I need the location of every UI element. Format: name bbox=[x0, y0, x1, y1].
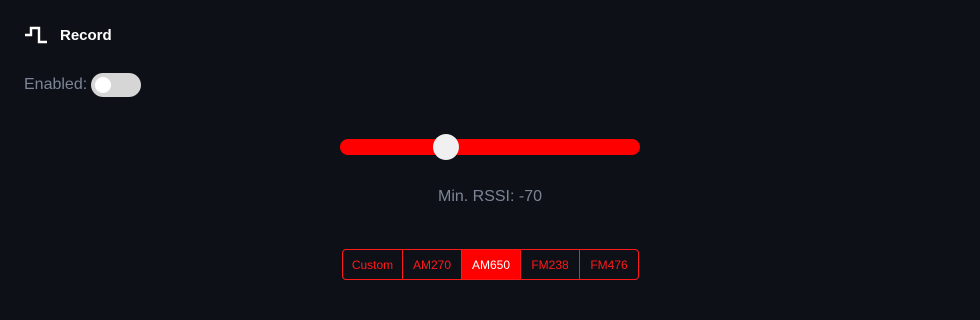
enabled-toggle[interactable] bbox=[91, 73, 142, 97]
panel-title: Record bbox=[60, 26, 112, 44]
enabled-label: Enabled: bbox=[24, 76, 88, 93]
preset-button-custom[interactable]: Custom bbox=[343, 250, 402, 279]
panel-header: Record bbox=[24, 26, 112, 44]
preset-button-am270[interactable]: AM270 bbox=[402, 250, 461, 279]
toggle-knob bbox=[95, 77, 112, 93]
rssi-slider-thumb[interactable] bbox=[432, 134, 459, 160]
preset-button-fm476[interactable]: FM476 bbox=[579, 250, 638, 279]
preset-button-fm238[interactable]: FM238 bbox=[520, 250, 579, 279]
enabled-row: Enabled: bbox=[24, 73, 142, 97]
record-panel: Record Enabled: Min. RSSI: -70 Custom AM2… bbox=[0, 0, 980, 320]
rssi-slider[interactable] bbox=[340, 134, 640, 160]
rssi-readout: Min. RSSI: -70 bbox=[437, 188, 543, 205]
preset-button-am650[interactable]: AM650 bbox=[461, 250, 520, 279]
square-wave-icon bbox=[24, 26, 48, 44]
preset-button-group: Custom AM270 AM650 FM238 FM476 bbox=[342, 249, 639, 280]
